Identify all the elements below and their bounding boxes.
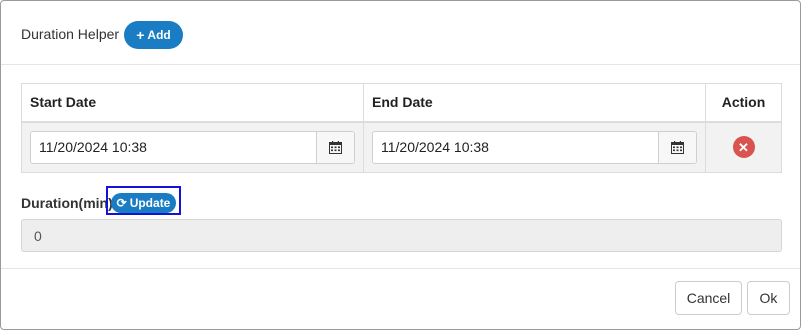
start-date-picker: [30, 130, 355, 164]
dialog-header: Duration Helper + Add: [1, 1, 800, 65]
start-date-cell: [21, 121, 364, 173]
start-date-calendar-button[interactable]: [316, 131, 354, 163]
duration-helper-dialog: Duration Helper + Add Start Date End Dat…: [0, 0, 801, 330]
column-header-end-date: End Date: [363, 83, 706, 123]
calendar-icon: [671, 140, 684, 154]
table-header-row: Start Date End Date Action: [21, 83, 782, 123]
action-cell: ✕: [705, 121, 782, 173]
end-date-input[interactable]: [373, 131, 658, 163]
calendar-icon: [329, 140, 342, 154]
end-date-calendar-button[interactable]: [658, 131, 696, 163]
duration-value-field: 0: [21, 219, 782, 252]
cancel-button[interactable]: Cancel: [675, 281, 742, 315]
column-header-action: Action: [705, 83, 782, 123]
update-button-label: Update: [129, 196, 171, 210]
start-date-input[interactable]: [31, 131, 316, 163]
duration-value: 0: [34, 227, 42, 244]
dialog-footer: Cancel Ok: [1, 268, 800, 329]
update-button[interactable]: ⟳ Update: [111, 193, 176, 213]
add-button-label: Add: [147, 28, 171, 42]
date-range-table: Start Date End Date Action 11/20/2024 10…: [21, 83, 782, 173]
plus-icon: +: [136, 27, 145, 43]
ok-button[interactable]: Ok: [747, 281, 790, 315]
duration-label: Duration(min): [21, 195, 113, 211]
refresh-icon: ⟳: [116, 196, 127, 210]
table-row: ✕: [21, 121, 782, 173]
end-date-picker: [372, 130, 697, 164]
column-header-start-date: Start Date: [21, 83, 364, 123]
remove-row-button[interactable]: ✕: [732, 136, 755, 159]
times-circle-icon: ✕: [738, 139, 749, 155]
dialog-title: Duration Helper: [21, 26, 120, 42]
end-date-cell: [363, 121, 706, 173]
add-button[interactable]: + Add: [124, 21, 183, 49]
